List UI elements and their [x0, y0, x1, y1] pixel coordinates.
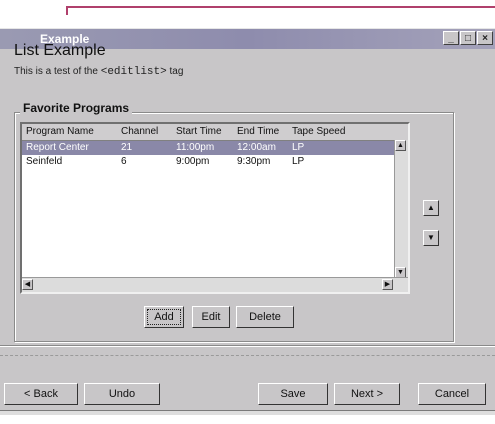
subheading-code: <editlist>: [100, 66, 167, 78]
edit-button[interactable]: Edit: [192, 306, 230, 328]
cell-tape-speed: LP: [292, 142, 305, 153]
vertical-scrollbar[interactable]: ▲ ▼: [394, 140, 408, 278]
column-header-start-time[interactable]: Start Time: [176, 126, 222, 137]
column-header-end-time[interactable]: End Time: [237, 126, 279, 137]
list-row[interactable]: Seinfeld 6 9:00pm 9:30pm LP: [22, 155, 395, 169]
delete-button[interactable]: Delete: [236, 306, 294, 328]
group-label: Favorite Programs: [20, 101, 133, 115]
scroll-left-arrow-icon[interactable]: ◀: [22, 279, 33, 290]
accent-line: [66, 6, 495, 15]
footer-separator-dashed: [0, 355, 495, 356]
footer-separator: [0, 345, 495, 347]
cell-end-time: 12:00am: [237, 142, 276, 153]
scroll-right-arrow-icon[interactable]: ▶: [382, 279, 393, 290]
up-arrow-icon: ▲: [427, 203, 435, 212]
cell-program: Seinfeld: [26, 156, 63, 167]
scroll-up-arrow-icon[interactable]: ▲: [395, 140, 406, 151]
add-button[interactable]: Add: [144, 306, 184, 328]
cell-channel: 21: [121, 142, 133, 153]
move-down-button[interactable]: ▼: [423, 230, 439, 246]
cell-end-time: 9:30pm: [237, 156, 271, 167]
list-row[interactable]: Report Center 21 11:00pm 12:00am LP: [22, 141, 395, 155]
cell-program: Report Center: [26, 142, 89, 153]
page-subheading: This is a test of the <editlist> tag: [14, 66, 183, 78]
horizontal-scrollbar[interactable]: ◀ ▶: [22, 277, 408, 292]
maximize-button[interactable]: □: [460, 31, 476, 45]
next-button[interactable]: Next >: [334, 383, 400, 405]
programs-list[interactable]: Program Name Channel Start Time End Time…: [20, 122, 410, 294]
move-up-button[interactable]: ▲: [423, 200, 439, 216]
column-header-tape-speed[interactable]: Tape Speed: [292, 126, 345, 137]
subheading-suffix: tag: [166, 66, 184, 77]
undo-button[interactable]: Undo: [84, 383, 160, 405]
back-button[interactable]: < Back: [4, 383, 78, 405]
cell-start-time: 9:00pm: [176, 156, 210, 167]
column-header-program[interactable]: Program Name: [26, 126, 94, 137]
cell-tape-speed: LP: [292, 156, 305, 167]
page-heading: List Example: [14, 42, 106, 59]
cell-start-time: 11:00pm: [176, 142, 215, 153]
window-bottom-edge: [0, 410, 495, 415]
window-controls: _ □ ×: [443, 31, 493, 45]
close-button[interactable]: ×: [477, 31, 493, 45]
list-header: Program Name Channel Start Time End Time…: [22, 124, 408, 141]
cancel-button[interactable]: Cancel: [418, 383, 486, 405]
cell-channel: 6: [121, 156, 127, 167]
save-button[interactable]: Save: [258, 383, 328, 405]
column-header-channel[interactable]: Channel: [121, 126, 158, 137]
minimize-button[interactable]: _: [443, 31, 459, 45]
down-arrow-icon: ▼: [427, 233, 435, 242]
subheading-prefix: This is a test of the: [14, 66, 101, 77]
